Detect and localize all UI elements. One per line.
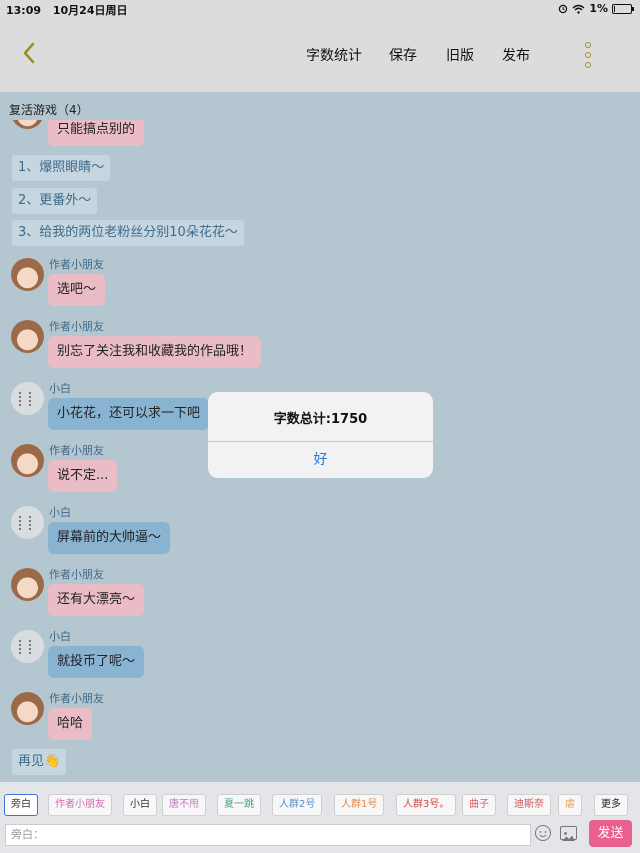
save-button[interactable]: 保存: [389, 45, 417, 65]
more-roles-button[interactable]: 更多: [594, 794, 628, 816]
message-bubble[interactable]: 就投币了呢～: [48, 646, 145, 678]
alarm-icon: [559, 4, 568, 13]
xiaobai-avatar[interactable]: [11, 630, 44, 663]
dot-icon: [585, 42, 591, 48]
author-avatar[interactable]: [11, 692, 44, 725]
status-bar: 13:09 10月24日周日 1%: [0, 0, 640, 18]
dialog-title: 字数总计:1750: [273, 412, 368, 427]
narration-text[interactable]: 再见👋: [12, 749, 67, 775]
word-count-dialog: 字数总计:1750 好: [208, 392, 433, 478]
sender-name: 作者小朋友: [49, 320, 104, 333]
composer-bar: 旁白 作者小朋友 小白 唐不甩 夏一跳 人群2号 人群1号 人群3号。 曲子 迪…: [0, 782, 640, 853]
smiley-icon: [539, 831, 547, 838]
status-time: 13:09: [6, 4, 42, 17]
sender-name: 作者小朋友: [49, 692, 104, 705]
narration-text[interactable]: 1、爆照眼睛～: [12, 155, 111, 181]
send-button[interactable]: 发送: [589, 820, 632, 847]
old-version-button[interactable]: 旧版: [446, 45, 474, 65]
chat-title: 复活游戏（4）: [9, 103, 89, 117]
message-bubble[interactable]: 还有大漂亮～: [48, 584, 145, 616]
more-menu-button[interactable]: [582, 42, 594, 68]
narration-text[interactable]: 3、给我的两位老粉丝分别10朵花花～: [12, 220, 244, 246]
role-tag-xia[interactable]: 夏一跳: [217, 794, 261, 816]
publish-button[interactable]: 发布: [502, 45, 530, 65]
status-date: 10月24日周日: [52, 4, 128, 17]
sender-name: 小白: [49, 630, 71, 643]
sender-name: 小白: [49, 506, 71, 519]
role-tag-nue[interactable]: 虐: [558, 794, 582, 816]
role-tag-crowd-2[interactable]: 人群2号: [272, 794, 323, 816]
sender-name: 作者小朋友: [49, 568, 104, 581]
image-icon: [562, 832, 575, 841]
message-bubble[interactable]: 只能搞点别的: [48, 120, 145, 146]
dot-icon: [585, 52, 591, 58]
author-avatar[interactable]: [11, 120, 44, 129]
author-avatar[interactable]: [11, 444, 44, 477]
emoji-button[interactable]: [535, 825, 551, 841]
narration-text[interactable]: 2、更番外～: [12, 188, 98, 214]
message-bubble[interactable]: 小花花，还可以求一下吧: [48, 398, 210, 430]
status-left: 13:09 10月24日周日: [6, 2, 135, 18]
role-tag-crowd-1[interactable]: 人群1号: [334, 794, 385, 816]
role-tag-xiaobai[interactable]: 小白: [123, 794, 157, 816]
xiaobai-avatar[interactable]: [11, 506, 44, 539]
status-right: 1%: [558, 2, 634, 15]
wifi-icon: [572, 4, 585, 14]
word-count-button[interactable]: 字数统计: [306, 45, 362, 65]
message-bubble[interactable]: 选吧～: [48, 274, 106, 306]
role-tag-list: 旁白 作者小朋友 小白 唐不甩 夏一跳 人群2号 人群1号 人群3号。 曲子 迪…: [4, 794, 636, 816]
message-bubble[interactable]: 说不定...: [48, 460, 118, 492]
dot-icon: [585, 62, 591, 68]
role-tag-quzi[interactable]: 曲子: [462, 794, 496, 816]
message-bubble[interactable]: 屏幕前的大帅逼～: [48, 522, 171, 554]
role-tag-crowd-3[interactable]: 人群3号。: [396, 794, 457, 816]
author-avatar[interactable]: [11, 320, 44, 353]
role-tag-disney[interactable]: 迪斯奈: [507, 794, 551, 816]
sender-name: 作者小朋友: [49, 258, 104, 271]
nav-bar: 字数统计 保存 旧版 发布: [0, 18, 640, 92]
role-tag-author[interactable]: 作者小朋友: [48, 794, 112, 816]
xiaobai-avatar[interactable]: [11, 382, 44, 415]
battery-icon: [612, 3, 634, 14]
sender-name: 小白: [49, 382, 71, 395]
role-tag-tang[interactable]: 唐不甩: [162, 794, 206, 816]
dialog-ok-button[interactable]: 好: [208, 442, 433, 478]
role-tag-narration[interactable]: 旁白: [4, 794, 38, 816]
message-bubble[interactable]: 别忘了关注我和收藏我的作品哦！: [48, 336, 262, 368]
chevron-left-icon: [23, 42, 35, 64]
author-avatar[interactable]: [11, 258, 44, 291]
back-button[interactable]: [14, 38, 44, 68]
message-bubble[interactable]: 哈哈: [48, 708, 93, 740]
sender-name: 作者小朋友: [49, 444, 104, 457]
author-avatar[interactable]: [11, 568, 44, 601]
image-button[interactable]: [560, 826, 577, 841]
battery-percent: 1%: [589, 2, 608, 15]
message-input[interactable]: 旁白：: [5, 824, 531, 846]
